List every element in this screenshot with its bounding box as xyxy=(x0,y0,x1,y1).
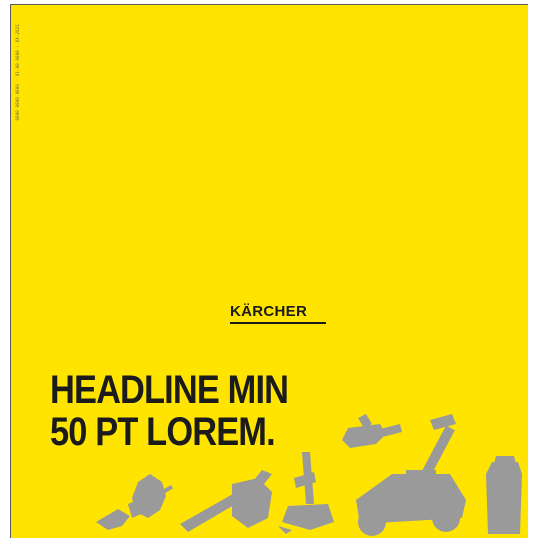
leaf-blower-icon xyxy=(96,474,174,530)
headline: HEADLINE MIN 50 PT LOREM. xyxy=(50,368,289,454)
hand-blower-icon xyxy=(180,470,272,532)
poster-artboard: 0000 0000 0000 · 01-00-0000 · XX-2021 KÄ… xyxy=(10,4,528,538)
headline-line-1: HEADLINE MIN xyxy=(50,368,289,412)
headline-line-2: 50 PT LOREM. xyxy=(50,410,276,454)
grass-trimmer-icon xyxy=(278,452,334,534)
hedge-trimmer-icon xyxy=(342,414,402,448)
pressure-washer-icon xyxy=(486,456,522,534)
tool-silhouettes xyxy=(96,414,522,536)
